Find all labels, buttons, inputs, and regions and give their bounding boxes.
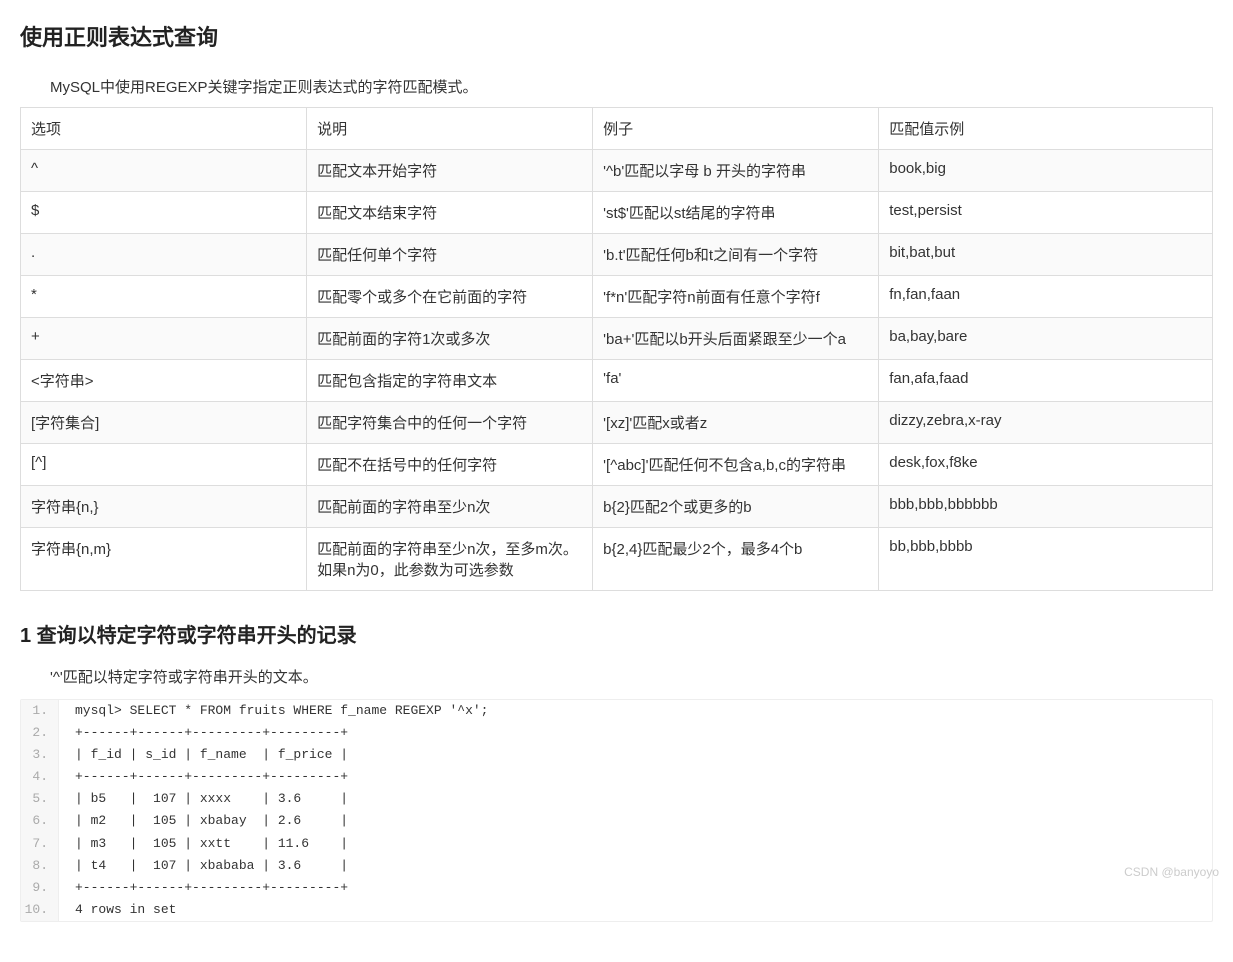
table-cell: 匹配前面的字符串至少n次 [307,486,593,528]
code-text: | m2 | 105 | xbabay | 2.6 | [59,810,348,832]
code-text: +------+------+---------+---------+ [59,722,348,744]
watermark: CSDN @banyoyo [1124,865,1219,879]
table-cell: book,big [879,150,1213,192]
code-text: mysql> SELECT * FROM fruits WHERE f_name… [59,700,488,722]
table-cell: 匹配包含指定的字符串文本 [307,360,593,402]
table-cell: 'ba+'匹配以b开头后面紧跟至少一个a [593,318,879,360]
table-cell: 匹配字符集合中的任何一个字符 [307,402,593,444]
code-line: 9.+------+------+---------+---------+ [21,877,1212,899]
table-cell: desk,fox,f8ke [879,444,1213,486]
table-cell: '[^abc]'匹配任何不包含a,b,c的字符串 [593,444,879,486]
table-cell: 匹配零个或多个在它前面的字符 [307,276,593,318]
table-cell: 'f*n'匹配字符n前面有任意个字符f [593,276,879,318]
code-line: 10.4 rows in set [21,899,1212,921]
table-cell: b{2,4}匹配最少2个，最多4个b [593,528,879,591]
code-line: 6.| m2 | 105 | xbabay | 2.6 | [21,810,1212,832]
code-line: 8.| t4 | 107 | xbababa | 3.6 | [21,855,1212,877]
table-cell: 'st$'匹配以st结尾的字符串 [593,192,879,234]
table-cell: ^ [21,150,307,192]
table-cell: fan,afa,faad [879,360,1213,402]
code-line: 1.mysql> SELECT * FROM fruits WHERE f_na… [21,700,1212,722]
table-cell: test,persist [879,192,1213,234]
line-number: 3. [21,744,59,766]
table-cell: 匹配任何单个字符 [307,234,593,276]
section1-intro: '^'匹配以特定字符或字符串开头的文本。 [50,666,1213,687]
line-number: 1. [21,700,59,722]
table-row: [^]匹配不在括号中的任何字符'[^abc]'匹配任何不包含a,b,c的字符串d… [21,444,1213,486]
code-text: +------+------+---------+---------+ [59,766,348,788]
code-block: 1.mysql> SELECT * FROM fruits WHERE f_na… [20,699,1213,922]
table-row: .匹配任何单个字符'b.t'匹配任何b和t之间有一个字符bit,bat,but [21,234,1213,276]
line-number: 9. [21,877,59,899]
table-row: [字符集合]匹配字符集合中的任何一个字符'[xz]'匹配x或者zdizzy,ze… [21,402,1213,444]
table-cell: '^b'匹配以字母 b 开头的字符串 [593,150,879,192]
th-option: 选项 [21,108,307,150]
table-cell: fn,fan,faan [879,276,1213,318]
section1-heading: 1 查询以特定字符或字符串开头的记录 [20,619,1213,648]
code-text: | t4 | 107 | xbababa | 3.6 | [59,855,348,877]
table-cell: <字符串> [21,360,307,402]
code-text: | f_id | s_id | f_name | f_price | [59,744,348,766]
page-title: 使用正则表达式查询 [20,20,1213,52]
table-cell: 匹配前面的字符1次或多次 [307,318,593,360]
table-cell: + [21,318,307,360]
table-cell: [^] [21,444,307,486]
code-line: 4.+------+------+---------+---------+ [21,766,1212,788]
table-cell: 字符串{n,m} [21,528,307,591]
th-example: 例子 [593,108,879,150]
th-match: 匹配值示例 [879,108,1213,150]
table-cell: dizzy,zebra,x-ray [879,402,1213,444]
line-number: 5. [21,788,59,810]
table-cell: 'fa' [593,360,879,402]
line-number: 10. [21,899,59,921]
table-cell: b{2}匹配2个或更多的b [593,486,879,528]
table-cell: 字符串{n,} [21,486,307,528]
line-number: 6. [21,810,59,832]
code-text: 4 rows in set [59,899,176,921]
regexp-table: 选项 说明 例子 匹配值示例 ^匹配文本开始字符'^b'匹配以字母 b 开头的字… [20,107,1213,591]
table-row: ^匹配文本开始字符'^b'匹配以字母 b 开头的字符串book,big [21,150,1213,192]
table-cell: 'b.t'匹配任何b和t之间有一个字符 [593,234,879,276]
table-cell: . [21,234,307,276]
table-row: 字符串{n,}匹配前面的字符串至少n次b{2}匹配2个或更多的bbbb,bbb,… [21,486,1213,528]
table-cell: '[xz]'匹配x或者z [593,402,879,444]
table-cell: 匹配文本开始字符 [307,150,593,192]
code-line: 5.| b5 | 107 | xxxx | 3.6 | [21,788,1212,810]
table-header-row: 选项 说明 例子 匹配值示例 [21,108,1213,150]
table-cell: 匹配文本结束字符 [307,192,593,234]
code-line: 3.| f_id | s_id | f_name | f_price | [21,744,1212,766]
table-cell: 匹配前面的字符串至少n次，至多m次。如果n为0，此参数为可选参数 [307,528,593,591]
th-desc: 说明 [307,108,593,150]
table-cell: bbb,bbb,bbbbbb [879,486,1213,528]
line-number: 4. [21,766,59,788]
table-row: 字符串{n,m}匹配前面的字符串至少n次，至多m次。如果n为0，此参数为可选参数… [21,528,1213,591]
table-row: <字符串>匹配包含指定的字符串文本'fa'fan,afa,faad [21,360,1213,402]
line-number: 8. [21,855,59,877]
line-number: 7. [21,833,59,855]
table-cell: [字符集合] [21,402,307,444]
table-cell: 匹配不在括号中的任何字符 [307,444,593,486]
table-cell: $ [21,192,307,234]
table-row: +匹配前面的字符1次或多次'ba+'匹配以b开头后面紧跟至少一个aba,bay,… [21,318,1213,360]
code-line: 2.+------+------+---------+---------+ [21,722,1212,744]
table-row: *匹配零个或多个在它前面的字符'f*n'匹配字符n前面有任意个字符ffn,fan… [21,276,1213,318]
code-line: 7.| m3 | 105 | xxtt | 11.6 | [21,833,1212,855]
line-number: 2. [21,722,59,744]
code-text: +------+------+---------+---------+ [59,877,348,899]
code-text: | m3 | 105 | xxtt | 11.6 | [59,833,348,855]
code-text: | b5 | 107 | xxxx | 3.6 | [59,788,348,810]
table-cell: bit,bat,but [879,234,1213,276]
table-cell: bb,bbb,bbbb [879,528,1213,591]
table-row: $匹配文本结束字符'st$'匹配以st结尾的字符串test,persist [21,192,1213,234]
table-cell: ba,bay,bare [879,318,1213,360]
intro-text: MySQL中使用REGEXP关键字指定正则表达式的字符匹配模式。 [50,76,1213,97]
table-cell: * [21,276,307,318]
